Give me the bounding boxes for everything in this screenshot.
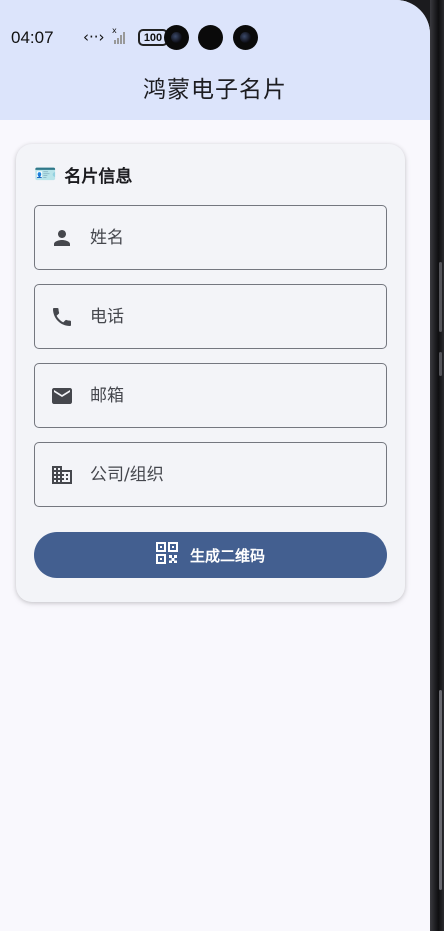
camera-lens-icon <box>164 25 189 50</box>
scroll-indicator <box>439 690 442 890</box>
app-header: 鸿蒙电子名片 <box>0 60 430 120</box>
generate-qr-label: 生成二维码 <box>189 546 265 565</box>
battery-level: 100 <box>143 31 163 44</box>
name-input[interactable] <box>90 217 386 258</box>
power-button <box>439 352 442 376</box>
person-icon <box>50 226 74 250</box>
business-card-form: 🪪 名片信息 姓名 电话 邮箱 公司/组织 生成二维码 <box>16 144 405 602</box>
volume-button <box>439 262 442 332</box>
network-transfer-icon: ‹··› <box>83 28 105 46</box>
generate-qr-button[interactable]: 生成二维码 <box>34 532 387 578</box>
signal-icon: x <box>112 26 125 44</box>
card-header-label: 名片信息 <box>64 167 133 187</box>
page-title: 鸿蒙电子名片 <box>143 76 287 103</box>
camera-sensor-icon <box>198 25 223 50</box>
camera-lens-icon <box>233 25 258 50</box>
email-field[interactable] <box>34 363 387 428</box>
email-input[interactable] <box>90 375 386 416</box>
phone-input[interactable] <box>90 296 386 337</box>
status-time: 04:07 <box>11 28 54 47</box>
company-input[interactable] <box>90 454 386 495</box>
mail-icon <box>50 384 74 408</box>
status-bar: 04:07 ‹··› x 100 <box>0 0 430 60</box>
name-field[interactable] <box>34 205 387 270</box>
qr-code-icon <box>155 542 178 568</box>
company-field[interactable] <box>34 442 387 507</box>
id-card-icon: 🪪 <box>34 164 57 185</box>
business-icon <box>50 463 74 487</box>
device-bezel <box>430 0 444 931</box>
phone-screen: 04:07 ‹··› x 100 鸿蒙电子名片 🪪 名片信息 姓名 电话 邮箱 … <box>0 0 430 931</box>
phone-field[interactable] <box>34 284 387 349</box>
phone-icon <box>50 305 74 329</box>
card-header: 🪪 名片信息 <box>34 162 132 187</box>
